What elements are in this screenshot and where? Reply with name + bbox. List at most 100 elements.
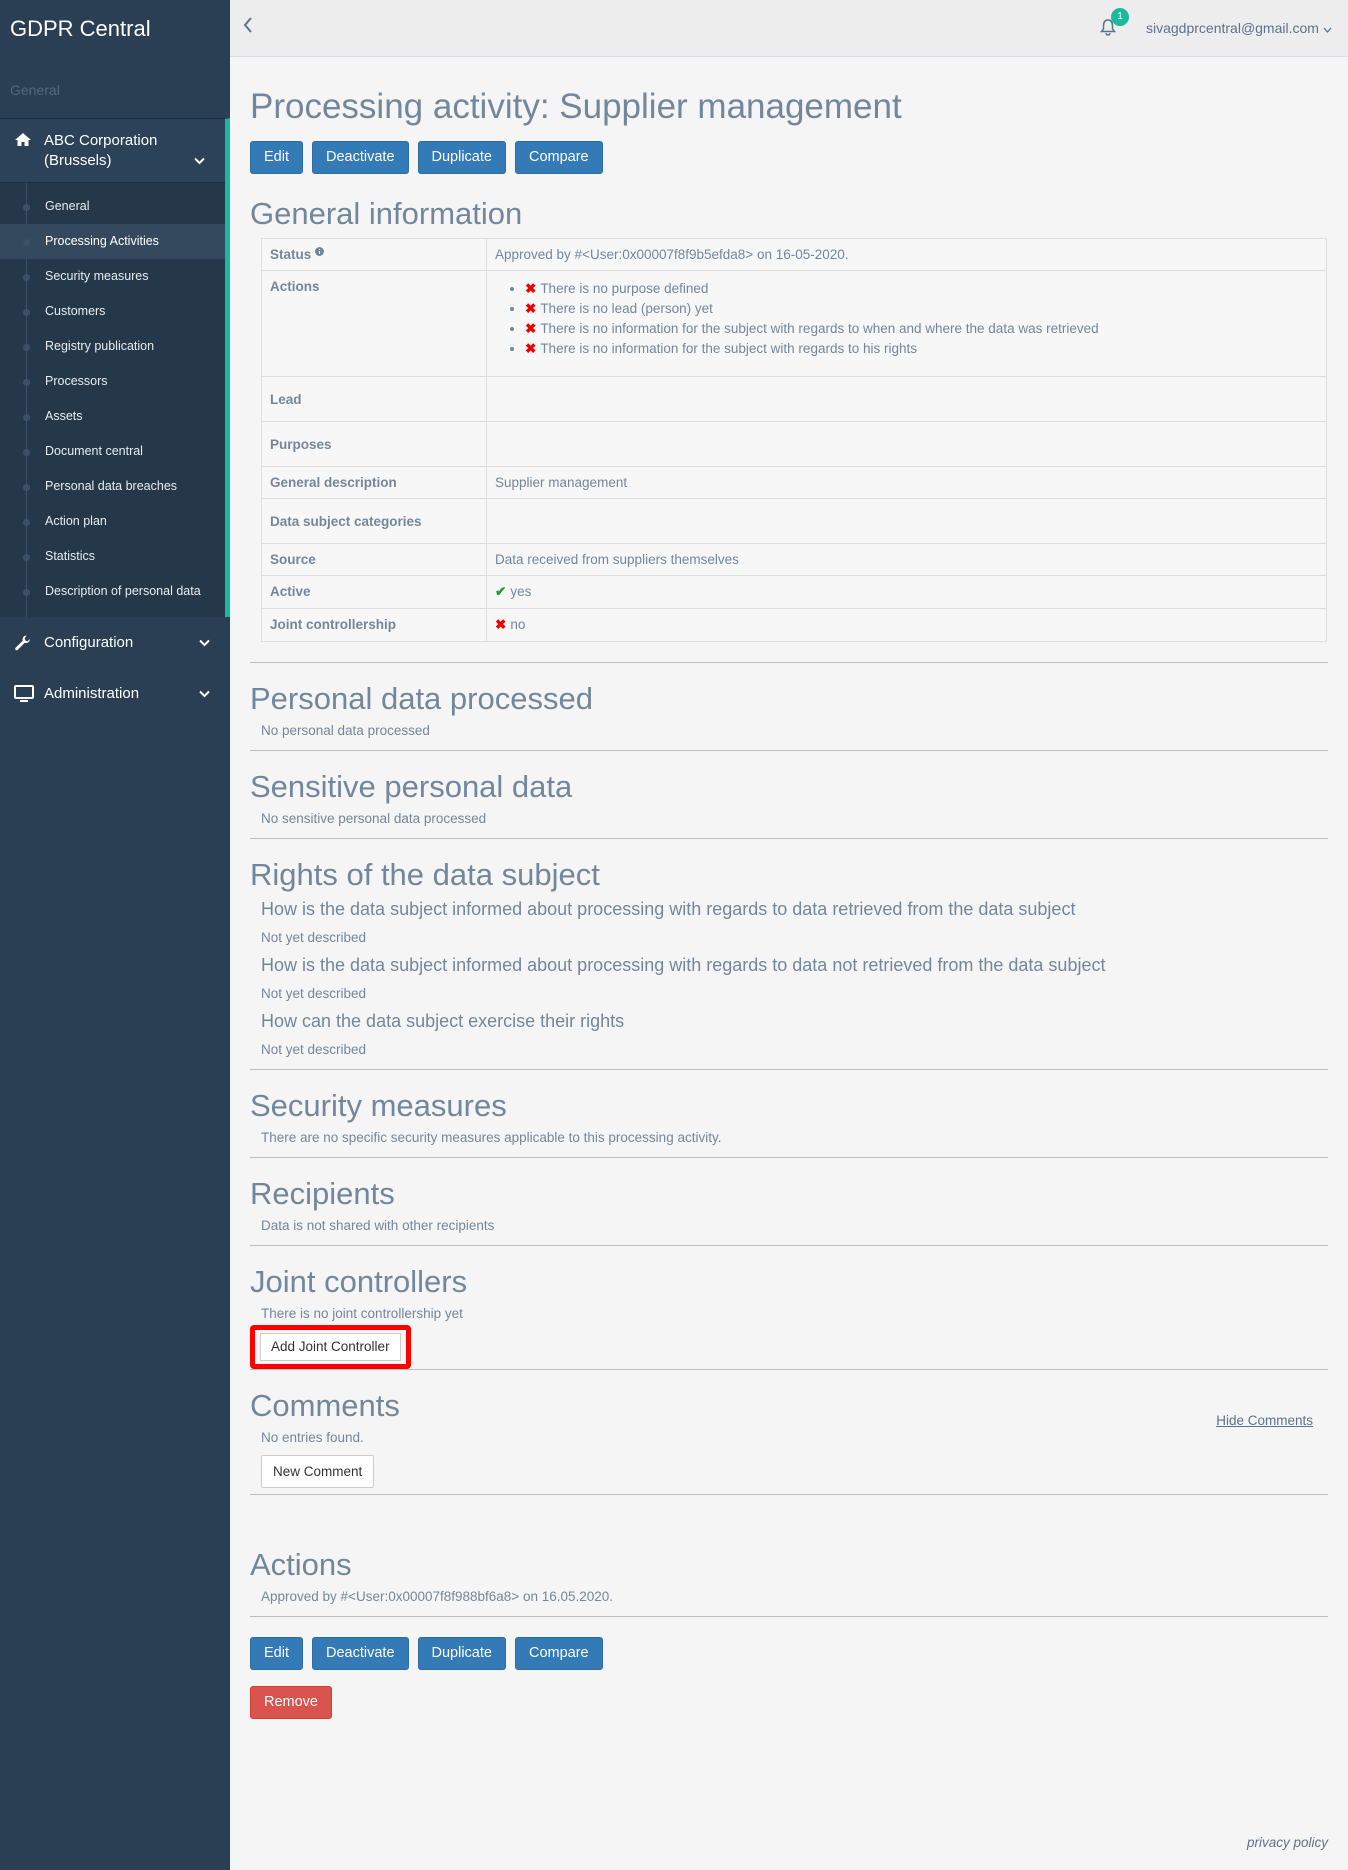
section-heading: Personal data processed bbox=[250, 681, 593, 716]
monitor-icon bbox=[14, 668, 34, 719]
list-item: ✖There is no lead (person) yet bbox=[525, 299, 1318, 319]
rights-question-2: How is the data subject informed about p… bbox=[261, 955, 1106, 975]
org-menu-header[interactable]: ABC Corporation (Brussels) bbox=[0, 119, 225, 183]
privacy-policy-link[interactable]: privacy policy bbox=[1247, 1835, 1328, 1850]
duplicate-button[interactable]: Duplicate bbox=[417, 1637, 506, 1670]
bullet-icon bbox=[23, 379, 30, 386]
info-icon bbox=[315, 247, 325, 262]
bullet-icon bbox=[23, 589, 30, 596]
bottom-action-buttons: Edit Deactivate Duplicate Compare bbox=[250, 1637, 1328, 1670]
compare-button[interactable]: Compare bbox=[514, 1637, 603, 1670]
source-label: Source bbox=[261, 543, 487, 576]
comments-section: Comments Hide Comments No entries found.… bbox=[250, 1388, 1328, 1495]
wrench-icon bbox=[14, 617, 32, 668]
actions-label: Actions bbox=[261, 270, 487, 377]
sidebar-item-description-personal-data[interactable]: Description of personal data bbox=[0, 574, 225, 609]
remove-button[interactable]: Remove bbox=[250, 1686, 332, 1719]
chevron-down-icon bbox=[199, 668, 210, 719]
user-menu[interactable]: sivagdprcentral@gmail.com bbox=[1146, 20, 1332, 36]
org-submenu: General Processing Activities Security m… bbox=[0, 183, 225, 617]
sidebar-item-document-central[interactable]: Document central bbox=[0, 434, 225, 469]
sidebar-item-registry-publication[interactable]: Registry publication bbox=[0, 329, 225, 364]
status-label: Status bbox=[261, 238, 487, 271]
actions-list: ✖There is no purpose defined ✖There is n… bbox=[495, 279, 1318, 359]
general-information-section: General information Status Approved by #… bbox=[250, 196, 1328, 663]
rights-question-1: How is the data subject informed about p… bbox=[261, 899, 1076, 919]
sidebar-item-action-plan[interactable]: Action plan bbox=[0, 504, 225, 539]
sidebar-item-configuration[interactable]: Configuration bbox=[0, 617, 230, 668]
edit-button[interactable]: Edit bbox=[250, 141, 303, 174]
table-row: Active ✔ yes bbox=[261, 575, 1327, 609]
sidebar-item-general[interactable]: General bbox=[0, 189, 225, 224]
cross-icon: ✖ bbox=[525, 301, 537, 316]
top-bar: 1 sivagdprcentral@gmail.com bbox=[230, 0, 1348, 57]
add-joint-controller-button[interactable]: Add Joint Controller bbox=[260, 1333, 401, 1361]
bullet-icon bbox=[23, 344, 30, 351]
purposes-value bbox=[486, 421, 1327, 467]
recipients-section: Recipients Data is not shared with other… bbox=[250, 1176, 1328, 1246]
bullet-icon bbox=[23, 449, 30, 456]
chevron-down-icon bbox=[194, 151, 205, 171]
section-heading: Actions bbox=[250, 1547, 352, 1582]
data-subject-categories-label: Data subject categories bbox=[261, 498, 487, 544]
checkmark-icon: ✔ bbox=[495, 584, 507, 599]
sensitive-data-text: No sensitive personal data processed bbox=[261, 811, 487, 826]
joint-controllers-section: Joint controllers There is no joint cont… bbox=[250, 1264, 1328, 1370]
bullet-icon bbox=[23, 519, 30, 526]
deactivate-button[interactable]: Deactivate bbox=[312, 141, 409, 174]
sidebar-item-security-measures[interactable]: Security measures bbox=[0, 259, 225, 294]
general-info-table: Status Approved by #<User:0x00007f8f9b5e… bbox=[261, 238, 1327, 642]
general-description-label: General description bbox=[261, 466, 487, 499]
sidebar-item-personal-data-breaches[interactable]: Personal data breaches bbox=[0, 469, 225, 504]
brand-title[interactable]: GDPR Central bbox=[0, 0, 230, 58]
actions-approval-text: Approved by #<User:0x00007f8f988bf6a8> o… bbox=[261, 1589, 614, 1604]
sidebar-item-customers[interactable]: Customers bbox=[0, 294, 225, 329]
add-joint-controller-highlight: Add Joint Controller bbox=[250, 1325, 411, 1369]
joint-controllership-value: no bbox=[510, 617, 526, 632]
sidebar-item-statistics[interactable]: Statistics bbox=[0, 539, 225, 574]
chevron-down-icon bbox=[199, 617, 210, 668]
active-value: yes bbox=[510, 584, 532, 599]
security-measures-section: Security measures There are no specific … bbox=[250, 1088, 1328, 1158]
section-heading: Recipients bbox=[250, 1176, 395, 1211]
actions-section: Actions Approved by #<User:0x00007f8f988… bbox=[250, 1547, 1328, 1617]
org-menu: ABC Corporation (Brussels) General Proce… bbox=[0, 118, 230, 617]
sidebar-item-assets[interactable]: Assets bbox=[0, 399, 225, 434]
purposes-label: Purposes bbox=[261, 421, 487, 467]
bullet-icon bbox=[23, 414, 30, 421]
list-item: ✖There is no information for the subject… bbox=[525, 339, 1318, 359]
bullet-icon bbox=[23, 484, 30, 491]
general-description-value: Supplier management bbox=[486, 466, 1327, 499]
duplicate-button[interactable]: Duplicate bbox=[417, 141, 506, 174]
org-name: ABC Corporation (Brussels) bbox=[44, 132, 158, 169]
rights-answer-1: Not yet described bbox=[261, 930, 367, 945]
table-row: Source Data received from suppliers them… bbox=[261, 543, 1327, 576]
bullet-icon bbox=[23, 204, 30, 211]
lead-label: Lead bbox=[261, 376, 487, 422]
bullet-icon bbox=[23, 554, 30, 561]
table-row: Lead bbox=[261, 376, 1327, 422]
back-arrow-icon[interactable] bbox=[242, 16, 254, 40]
status-value: Approved by #<User:0x00007f8f9b5efda8> o… bbox=[486, 238, 1327, 271]
table-row: Status Approved by #<User:0x00007f8f9b5e… bbox=[261, 238, 1327, 271]
chevron-down-icon bbox=[1323, 20, 1332, 36]
user-email: sivagdprcentral@gmail.com bbox=[1146, 20, 1319, 36]
sidebar-item-configuration-label: Configuration bbox=[44, 634, 134, 651]
table-row: Data subject categories bbox=[261, 498, 1327, 544]
sidebar-section-label: General bbox=[10, 82, 60, 98]
section-heading: Comments bbox=[250, 1388, 400, 1423]
section-heading: Sensitive personal data bbox=[250, 769, 573, 804]
cross-icon: ✖ bbox=[525, 321, 537, 336]
personal-data-section: Personal data processed No personal data… bbox=[250, 681, 1328, 751]
table-row: Joint controllership ✖ no bbox=[261, 608, 1327, 642]
hide-comments-link[interactable]: Hide Comments bbox=[1216, 1413, 1313, 1428]
sidebar-item-administration[interactable]: Administration bbox=[0, 668, 230, 719]
deactivate-button[interactable]: Deactivate bbox=[312, 1637, 409, 1670]
compare-button[interactable]: Compare bbox=[514, 141, 603, 174]
sidebar-item-processors[interactable]: Processors bbox=[0, 364, 225, 399]
new-comment-button[interactable]: New Comment bbox=[261, 1455, 375, 1488]
rights-section: Rights of the data subject How is the da… bbox=[250, 857, 1328, 1070]
edit-button[interactable]: Edit bbox=[250, 1637, 303, 1670]
personal-data-text: No personal data processed bbox=[261, 723, 430, 738]
sidebar-item-processing-activities[interactable]: Processing Activities bbox=[0, 224, 225, 259]
